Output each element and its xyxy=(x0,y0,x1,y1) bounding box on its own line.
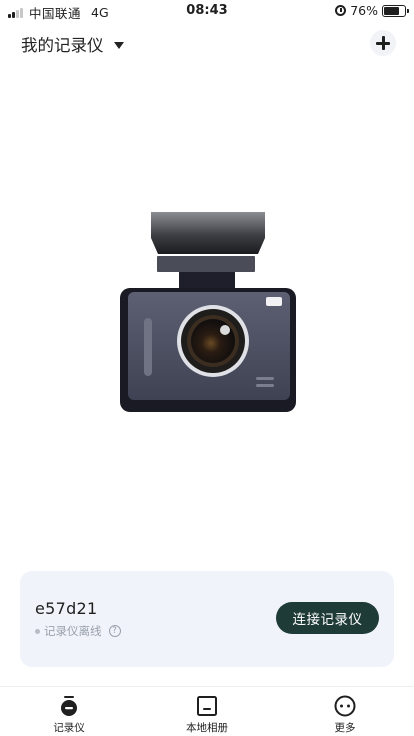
tab-label: 本地相册 xyxy=(186,722,228,734)
lens-highlight xyxy=(220,325,230,335)
tab-dashcam[interactable]: 记录仪 xyxy=(0,687,138,736)
mount-top xyxy=(151,212,265,254)
help-icon[interactable]: ? xyxy=(108,625,121,637)
device-id: e57d21 xyxy=(35,599,98,618)
mount-plate xyxy=(157,256,255,272)
caret-down-icon xyxy=(113,41,124,49)
app-screen: 中国联通 4G 08:43 76% 我的记录仪 e57d21 记录仪离线 ? 连… xyxy=(0,0,414,736)
lens-glass xyxy=(191,319,235,363)
vent-line xyxy=(256,384,274,387)
device-selector[interactable]: 我的记录仪 xyxy=(21,32,124,56)
more-icon xyxy=(334,695,356,717)
offline-status-dot xyxy=(35,628,40,634)
battery-percent: 76% xyxy=(350,3,378,18)
add-device-button[interactable] xyxy=(370,30,396,56)
tab-label: 记录仪 xyxy=(53,722,85,734)
indicator-light xyxy=(266,297,282,306)
plus-icon xyxy=(376,36,390,50)
status-right: 76% xyxy=(335,3,409,18)
vent-line xyxy=(256,377,274,380)
device-status-text: 记录仪离线 xyxy=(44,624,102,638)
device-card[interactable]: e57d21 记录仪离线 ? 连接记录仪 xyxy=(20,571,394,667)
page-title: 我的记录仪 xyxy=(21,36,104,55)
header: 我的记录仪 xyxy=(0,28,414,60)
status-bar: 中国联通 4G 08:43 76% xyxy=(0,0,414,22)
tab-label: 更多 xyxy=(334,722,356,734)
device-status: 记录仪离线 ? xyxy=(35,623,121,639)
connect-device-button[interactable]: 连接记录仪 xyxy=(276,602,379,634)
dashcam-illustration xyxy=(120,212,296,412)
album-icon xyxy=(197,696,217,716)
tab-more[interactable]: 更多 xyxy=(276,687,414,736)
battery-fill xyxy=(384,6,400,15)
mount-neck xyxy=(179,272,235,290)
alarm-icon xyxy=(335,5,347,16)
body-slot xyxy=(144,318,152,376)
dashcam-icon xyxy=(61,696,77,716)
tab-local-album[interactable]: 本地相册 xyxy=(138,687,276,736)
tab-bar: 记录仪 本地相册 更多 xyxy=(0,686,414,736)
battery-icon xyxy=(382,4,409,17)
